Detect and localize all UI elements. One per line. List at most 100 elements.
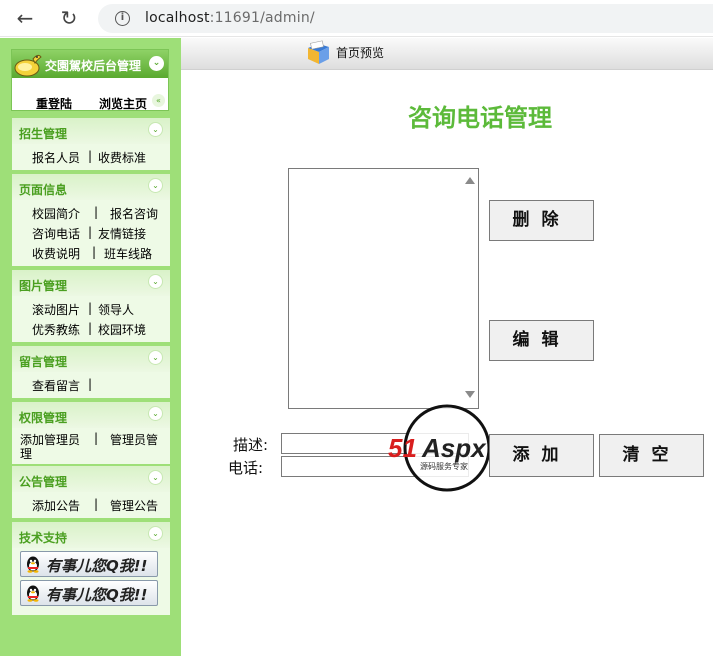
scroll-up-arrow-icon[interactable] bbox=[465, 177, 475, 184]
menu-item-friend-links[interactable]: 友情链接 bbox=[98, 225, 146, 242]
menu-row: 收费说明 | 班车线路 bbox=[12, 242, 170, 262]
menu-group-title: 图片管理 bbox=[19, 279, 68, 293]
chevron-left-icon[interactable]: « bbox=[152, 94, 165, 107]
menu-row: 理 bbox=[12, 445, 170, 462]
qq-contact-button[interactable]: 有事儿您Q我!! bbox=[20, 551, 158, 577]
chevron-down-icon[interactable]: ⌄ bbox=[148, 122, 163, 137]
edit-button[interactable]: 编辑 bbox=[489, 320, 594, 361]
chevron-down-icon[interactable]: ⌄ bbox=[149, 56, 164, 71]
menu-group-title: 技术支持 bbox=[19, 531, 68, 545]
menu-item-campus-env[interactable]: 校园环境 bbox=[98, 321, 146, 338]
menu-item-slider-images[interactable]: 滚动图片 bbox=[32, 301, 80, 318]
menu-divider: | bbox=[94, 497, 99, 511]
logo-bar: 交園駕校后台管理 ⌄ bbox=[12, 50, 168, 78]
menu-item-signups[interactable]: 报名人员 bbox=[32, 149, 80, 166]
svg-text:源码服务专家: 源码服务专家 bbox=[420, 461, 468, 471]
menu-group-title: 权限管理 bbox=[19, 411, 68, 425]
menu-item-add-announcement[interactable]: 添加公告 bbox=[32, 497, 80, 514]
clear-button[interactable]: 清空 bbox=[599, 434, 704, 477]
menu-group-header[interactable]: 留言管理 ⌄ bbox=[12, 346, 170, 372]
chevron-down-icon[interactable]: ⌄ bbox=[148, 470, 163, 485]
menu-group-header[interactable]: 页面信息 ⌄ bbox=[12, 174, 170, 200]
qq-penguin-icon bbox=[27, 585, 39, 602]
menu-item-school-intro[interactable]: 校园简介 bbox=[32, 205, 80, 222]
book-preview-icon[interactable] bbox=[305, 40, 333, 66]
menu-item-top-coaches[interactable]: 优秀教练 bbox=[32, 321, 80, 338]
delete-button[interactable]: 删除 bbox=[489, 200, 594, 241]
menu-divider: | bbox=[88, 321, 93, 335]
menu-divider: | bbox=[94, 431, 99, 445]
menu-group-title: 页面信息 bbox=[19, 183, 68, 197]
menu-group-enrollment: 招生管理 ⌄ 报名人员 | 收费标准 bbox=[12, 118, 170, 170]
reload-icon[interactable]: ↻ bbox=[56, 6, 82, 30]
menu-divider: | bbox=[94, 205, 99, 219]
menu-divider: | bbox=[88, 225, 93, 239]
svg-text:Aspx: Aspx bbox=[421, 433, 487, 463]
qq-contact-button[interactable]: 有事儿您Q我!! bbox=[20, 580, 158, 606]
menu-divider: | bbox=[88, 149, 93, 163]
top-strip: 首页预览 bbox=[181, 38, 713, 70]
phone-label: 电话: bbox=[228, 459, 264, 477]
menu-row: 添加管理员 | 管理员管 bbox=[12, 430, 170, 447]
svg-text:51: 51 bbox=[388, 433, 417, 463]
menu-row: 报名人员 | 收费标准 bbox=[12, 146, 170, 166]
sidebar: 交園駕校后台管理 ⌄ 重登陆 浏览主页 « 招生管理 ⌄ 报名人员 | 收费标准… bbox=[0, 38, 181, 656]
menu-divider: | bbox=[92, 245, 97, 259]
menu-item-enroll-inquiry[interactable]: 报名咨询 bbox=[110, 205, 158, 222]
menu-item-manage-announcement[interactable]: 管理公告 bbox=[110, 497, 158, 514]
browser-toolbar: ← ↻ i localhost:11691/admin/ bbox=[0, 0, 713, 37]
menu-row: 校园简介 | 报名咨询 bbox=[12, 202, 170, 222]
menu-group-tech-support: 技术支持 ⌄ 有事儿您Q我!! 有事儿您Q我!! bbox=[12, 522, 170, 615]
menu-divider: | bbox=[88, 377, 93, 391]
back-arrow-icon[interactable]: ← bbox=[12, 6, 38, 30]
menu-group-title: 公告管理 bbox=[19, 475, 68, 489]
menu-item-manage-admin-wrap[interactable]: 理 bbox=[20, 445, 32, 462]
menu-row: 查看留言 | bbox=[12, 374, 170, 394]
description-label: 描述: bbox=[233, 436, 269, 454]
info-icon[interactable]: i bbox=[115, 11, 130, 26]
qq-contact-label: 有事儿您Q我!! bbox=[46, 586, 148, 604]
menu-group-page-info: 页面信息 ⌄ 校园简介 | 报名咨询 咨询电话 | 友情链接 收费说明 | 班车… bbox=[12, 174, 170, 266]
menu-row: 咨询电话 | 友情链接 bbox=[12, 222, 170, 242]
menu-item-consult-phone[interactable]: 咨询电话 bbox=[32, 225, 80, 242]
menu-group-header[interactable]: 公告管理 ⌄ bbox=[12, 466, 170, 492]
menu-group-title: 留言管理 bbox=[19, 355, 68, 369]
home-preview-link[interactable]: 首页预览 bbox=[336, 44, 384, 61]
menu-group-title: 招生管理 bbox=[19, 127, 68, 141]
qq-penguin-icon bbox=[27, 556, 39, 573]
phone-listbox[interactable] bbox=[288, 168, 479, 409]
menu-group-header[interactable]: 图片管理 ⌄ bbox=[12, 270, 170, 296]
menu-group-announcements: 公告管理 ⌄ 添加公告 | 管理公告 bbox=[12, 466, 170, 518]
menu-row: 滚动图片 | 领导人 bbox=[12, 298, 170, 318]
chevron-down-icon[interactable]: ⌄ bbox=[148, 350, 163, 365]
menu-row: 添加公告 | 管理公告 bbox=[12, 494, 170, 514]
add-button[interactable]: 添加 bbox=[489, 434, 594, 477]
scroll-down-arrow-icon[interactable] bbox=[465, 391, 475, 398]
logo-links: 重登陆 浏览主页 « bbox=[12, 83, 168, 111]
menu-group-header[interactable]: 权限管理 ⌄ bbox=[12, 402, 170, 428]
logo-panel: 交園駕校后台管理 ⌄ 重登陆 浏览主页 « bbox=[11, 49, 169, 111]
chevron-down-icon[interactable]: ⌄ bbox=[148, 406, 163, 421]
menu-row: 优秀教练 | 校园环境 bbox=[12, 318, 170, 338]
menu-item-shuttle-routes[interactable]: 班车线路 bbox=[104, 245, 152, 262]
home-link[interactable]: 浏览主页 bbox=[99, 95, 147, 112]
address-bar[interactable]: i localhost:11691/admin/ bbox=[98, 4, 713, 33]
menu-group-header[interactable]: 技术支持 ⌄ bbox=[12, 522, 170, 548]
menu-item-view-messages[interactable]: 查看留言 bbox=[32, 377, 80, 394]
logo-title: 交園駕校后台管理 bbox=[45, 59, 142, 73]
chevron-down-icon[interactable]: ⌄ bbox=[148, 274, 163, 289]
url-text[interactable]: localhost:11691/admin/ bbox=[145, 10, 315, 26]
menu-item-fee-standard[interactable]: 收费标准 bbox=[98, 149, 146, 166]
mascot-logo-icon bbox=[14, 54, 42, 77]
menu-group-permissions: 权限管理 ⌄ 添加管理员 | 管理员管 理 bbox=[12, 402, 170, 464]
menu-group-images: 图片管理 ⌄ 滚动图片 | 领导人 优秀教练 | 校园环境 bbox=[12, 270, 170, 342]
relogin-link[interactable]: 重登陆 bbox=[36, 95, 72, 112]
menu-group-messages: 留言管理 ⌄ 查看留言 | bbox=[12, 346, 170, 398]
menu-divider: | bbox=[88, 301, 93, 315]
menu-item-fee-notes[interactable]: 收费说明 bbox=[32, 245, 80, 262]
chevron-down-icon[interactable]: ⌄ bbox=[148, 178, 163, 193]
qq-contact-label: 有事儿您Q我!! bbox=[46, 557, 148, 575]
chevron-down-icon[interactable]: ⌄ bbox=[148, 526, 163, 541]
menu-group-header[interactable]: 招生管理 ⌄ bbox=[12, 118, 170, 144]
menu-item-leaders[interactable]: 领导人 bbox=[98, 301, 134, 318]
